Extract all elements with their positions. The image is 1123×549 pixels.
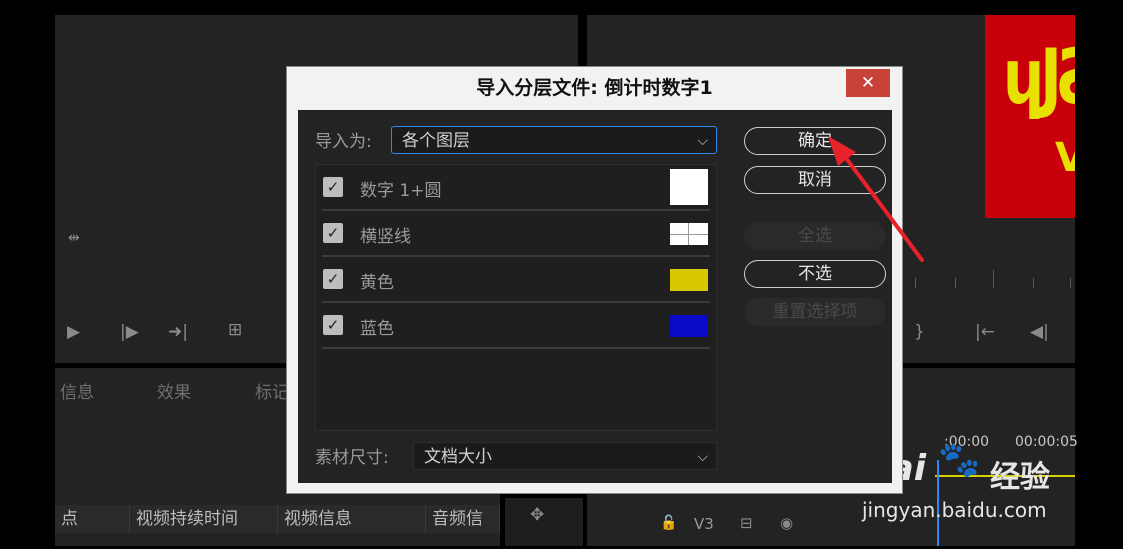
annotation-arrow <box>828 136 924 262</box>
